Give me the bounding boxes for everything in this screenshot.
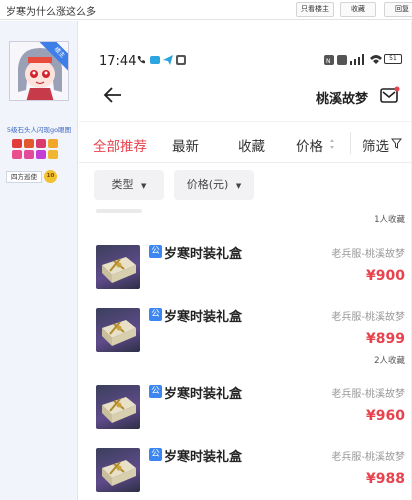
app-icon — [176, 55, 186, 65]
medal-icon — [48, 139, 58, 148]
level-badge: 10 — [44, 170, 57, 183]
caret-down-icon: ▼ — [235, 182, 242, 190]
battery-indicator: 51 — [384, 54, 402, 64]
shop-screenshot: 17:44 N 51 桃溪故梦 全部推荐 最新 收藏 价格 筛选 类型 ▼ 价格… — [79, 21, 412, 500]
signal-icon — [350, 54, 364, 65]
scroll-handle — [96, 209, 142, 213]
gift-box-icon — [102, 320, 136, 346]
listing-item[interactable]: 公 岁寒时装礼盒 老兵服-桃溪故梦 ¥960 — [79, 385, 412, 445]
sort-arrows-icon — [330, 139, 334, 149]
status-notification-icons — [136, 55, 186, 67]
nav-bar: 桃溪故梦 — [79, 79, 412, 115]
medal-icon — [12, 139, 22, 148]
listing-list: 1人收藏 公 岁寒时装礼盒 老兵服-桃溪故梦 ¥900 公 岁寒时装礼盒 老兵服… — [79, 208, 412, 500]
item-price: ¥899 — [366, 331, 405, 347]
listing-item[interactable]: 公 岁寒时装礼盒 老兵服-桃溪故梦 ¥900 — [79, 245, 412, 305]
item-server: 老兵服-桃溪故梦 — [331, 249, 405, 260]
item-server: 老兵服-桃溪故梦 — [331, 389, 405, 400]
medal-icon — [48, 150, 58, 159]
price-dropdown[interactable]: 价格(元) ▼ — [174, 170, 254, 200]
tab-latest[interactable]: 最新 — [172, 135, 199, 155]
sort-tabs: 全部推荐 最新 收藏 价格 筛选 — [79, 121, 412, 163]
official-tag: 公 — [149, 245, 162, 258]
tab-filter[interactable]: 筛选 — [362, 135, 389, 155]
message-icon — [150, 56, 160, 64]
collect-count: 2人收藏 — [374, 356, 405, 366]
nfc-icon: N — [324, 55, 334, 65]
item-name: 岁寒时装礼盒 — [164, 310, 243, 325]
send-icon — [163, 55, 173, 65]
only-op-button[interactable]: 只看楼主 — [296, 2, 334, 17]
type-dropdown[interactable]: 类型 ▼ — [94, 170, 164, 200]
item-price: ¥960 — [366, 408, 405, 424]
tab-all-recommended[interactable]: 全部推荐 — [93, 135, 147, 155]
listing-item[interactable]: 公 岁寒时装礼盒 老兵服-桃溪故梦 ¥988 — [79, 448, 412, 500]
poster-sidebar: 楼主 5级石头人闪现go眼图 四方巡使 10 — [0, 21, 78, 500]
wifi-icon — [370, 55, 382, 64]
medal-icon — [36, 139, 46, 148]
item-thumbnail — [96, 448, 140, 492]
official-tag: 公 — [149, 385, 162, 398]
item-price: ¥900 — [366, 268, 405, 284]
thread-header: 岁寒为什么涨这么多 只看楼主 收藏 回复 — [0, 0, 412, 20]
username-link[interactable]: 5级石头人闪现go眼图 — [2, 124, 76, 134]
medal-icon — [24, 150, 34, 159]
reply-button[interactable]: 回复 — [384, 2, 412, 17]
hd-icon — [337, 55, 347, 65]
status-right-icons: N 51 — [324, 54, 404, 66]
medal-icon — [12, 150, 22, 159]
back-arrow-icon[interactable] — [101, 83, 125, 107]
gift-box-icon — [102, 460, 136, 486]
item-name: 岁寒时装礼盒 — [164, 387, 243, 402]
tab-price[interactable]: 价格 — [296, 135, 323, 155]
item-name: 岁寒时装礼盒 — [164, 450, 243, 465]
thread-title: 岁寒为什么涨这么多 — [6, 7, 96, 18]
item-server: 老兵服-桃溪故梦 — [331, 312, 405, 323]
favorite-button[interactable]: 收藏 — [340, 2, 376, 17]
user-role-tag: 四方巡使 — [6, 171, 42, 183]
official-tag: 公 — [149, 308, 162, 321]
filter-chips: 类型 ▼ 价格(元) ▼ — [79, 167, 412, 207]
type-dropdown-label: 类型 — [111, 178, 134, 191]
message-inbox-icon[interactable] — [380, 86, 400, 104]
svg-text:N: N — [326, 58, 331, 65]
medal-icon — [24, 139, 34, 148]
item-price: ¥988 — [366, 471, 405, 487]
status-time: 17:44 — [99, 54, 137, 69]
medal-row — [10, 139, 60, 161]
phone-icon — [137, 56, 145, 64]
gift-box-icon — [102, 257, 136, 283]
caret-down-icon: ▼ — [141, 182, 147, 190]
item-name: 岁寒时装礼盒 — [164, 247, 243, 262]
listing-item[interactable]: 公 岁寒时装礼盒 老兵服-桃溪故梦 ¥899 — [79, 308, 412, 368]
item-thumbnail — [96, 385, 140, 429]
item-thumbnail — [96, 245, 140, 289]
item-thumbnail — [96, 308, 140, 352]
filter-icon[interactable] — [391, 138, 402, 149]
item-server: 老兵服-桃溪故梦 — [331, 452, 405, 463]
price-dropdown-label: 价格(元) — [186, 178, 229, 191]
medal-icon — [36, 150, 46, 159]
shop-name: 桃溪故梦 — [315, 92, 368, 107]
tab-divider — [350, 132, 351, 154]
official-tag: 公 — [149, 448, 162, 461]
collect-count: 1人收藏 — [374, 215, 405, 225]
gift-box-icon — [102, 397, 136, 423]
avatar[interactable]: 楼主 — [9, 41, 69, 101]
tab-favorites[interactable]: 收藏 — [238, 135, 265, 155]
